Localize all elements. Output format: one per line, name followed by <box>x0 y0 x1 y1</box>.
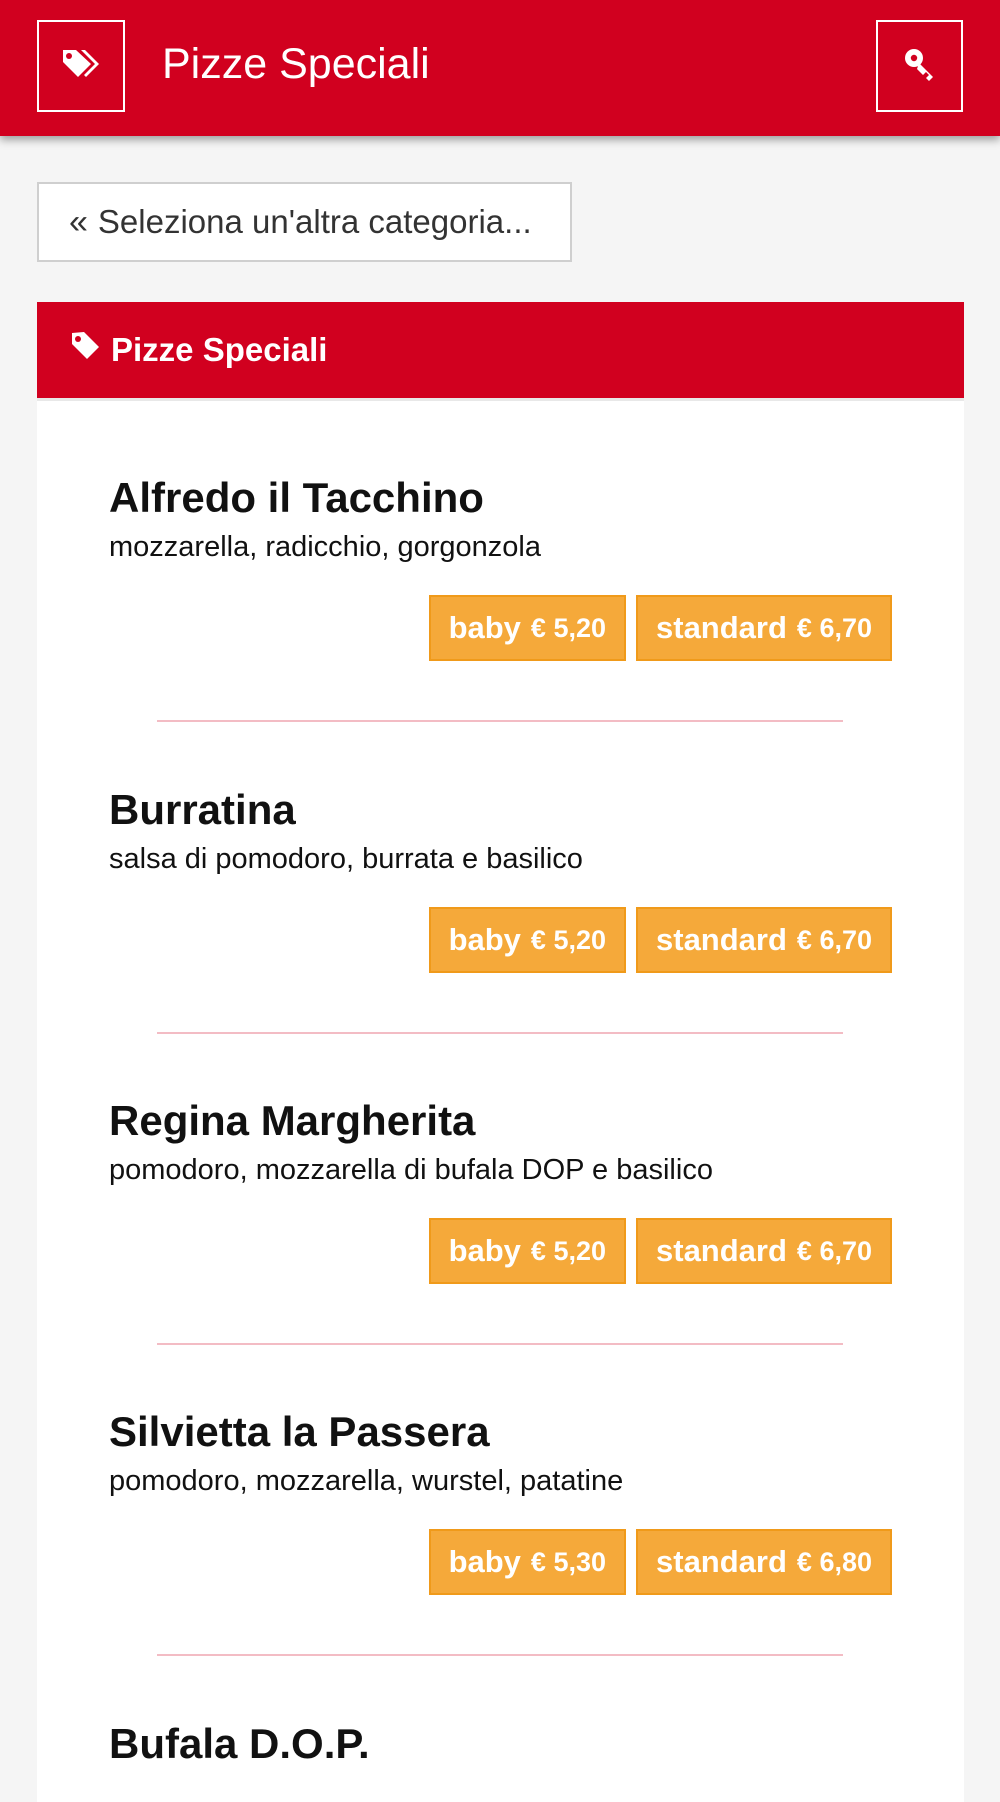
menu-item: Alfredo il Tacchino mozzarella, radicchi… <box>109 473 892 661</box>
price-group: baby € 5,20 standard € 6,70 <box>428 1218 892 1284</box>
price-value: € 5,20 <box>530 612 606 643</box>
item-separator <box>157 1032 843 1034</box>
back-chevron-icon: « <box>69 202 88 241</box>
tag-icon <box>71 331 111 369</box>
tags-icon <box>61 47 101 86</box>
price-standard-button[interactable]: standard € 6,70 <box>636 907 892 973</box>
price-value: € 5,30 <box>530 1546 606 1577</box>
size-label: standard <box>656 1544 787 1579</box>
price-value: € 6,80 <box>796 1546 872 1577</box>
item-description: salsa di pomodoro, burrata e basilico <box>109 843 583 875</box>
login-button[interactable] <box>876 20 963 112</box>
size-label: standard <box>656 922 787 957</box>
category-panel-header: Pizze Speciali <box>37 302 964 401</box>
item-name: Burratina <box>109 786 296 833</box>
item-name: Bufala D.O.P. <box>109 1720 370 1767</box>
price-group: baby € 5,20 standard € 6,70 <box>428 595 892 661</box>
app-header: Pizze Speciali <box>0 0 1000 136</box>
price-baby-button[interactable]: baby € 5,20 <box>428 1218 626 1284</box>
item-name: Silvietta la Passera <box>109 1408 490 1455</box>
price-standard-button[interactable]: standard € 6,80 <box>636 1529 892 1595</box>
price-value: € 6,70 <box>796 1235 872 1266</box>
price-baby-button[interactable]: baby € 5,20 <box>428 595 626 661</box>
price-value: € 5,20 <box>530 924 606 955</box>
menu-item: Bufala D.O.P. <box>109 1719 892 1769</box>
item-name: Alfredo il Tacchino <box>109 474 484 521</box>
item-description: pomodoro, mozzarella, wurstel, patatine <box>109 1465 624 1497</box>
select-category-label: Seleziona un'altra categoria... <box>97 203 532 240</box>
price-group: baby € 5,20 standard € 6,70 <box>428 907 892 973</box>
menu-item: Regina Margherita pomodoro, mozzarella d… <box>109 1096 892 1284</box>
size-label: baby <box>448 610 521 645</box>
size-label: baby <box>448 922 521 957</box>
item-separator <box>157 1343 843 1345</box>
size-label: baby <box>448 1233 521 1268</box>
menu-item: Silvietta la Passera pomodoro, mozzarell… <box>109 1407 892 1595</box>
item-separator <box>157 1654 843 1656</box>
item-description: pomodoro, mozzarella di bufala DOP e bas… <box>109 1154 713 1186</box>
price-value: € 6,70 <box>796 924 872 955</box>
category-panel-title: Pizze Speciali <box>111 331 328 368</box>
price-group: baby € 5,30 standard € 6,80 <box>428 1529 892 1595</box>
price-standard-button[interactable]: standard € 6,70 <box>636 595 892 661</box>
page-title: Pizze Speciali <box>162 40 430 88</box>
categories-button[interactable] <box>37 20 125 112</box>
price-standard-button[interactable]: standard € 6,70 <box>636 1218 892 1284</box>
price-value: € 5,20 <box>530 1235 606 1266</box>
size-label: standard <box>656 610 787 645</box>
size-label: standard <box>656 1233 787 1268</box>
size-label: baby <box>448 1544 521 1579</box>
item-name: Regina Margherita <box>109 1097 476 1144</box>
item-description: mozzarella, radicchio, gorgonzola <box>109 531 541 563</box>
price-baby-button[interactable]: baby € 5,20 <box>428 907 626 973</box>
select-category-button[interactable]: « Seleziona un'altra categoria... <box>37 182 572 262</box>
key-icon <box>902 46 938 87</box>
price-baby-button[interactable]: baby € 5,30 <box>428 1529 626 1595</box>
price-value: € 6,70 <box>796 612 872 643</box>
menu-item: Burratina salsa di pomodoro, burrata e b… <box>109 785 892 973</box>
category-panel: Pizze Speciali Alfredo il Tacchino mozza… <box>37 302 964 1802</box>
item-separator <box>157 720 843 722</box>
